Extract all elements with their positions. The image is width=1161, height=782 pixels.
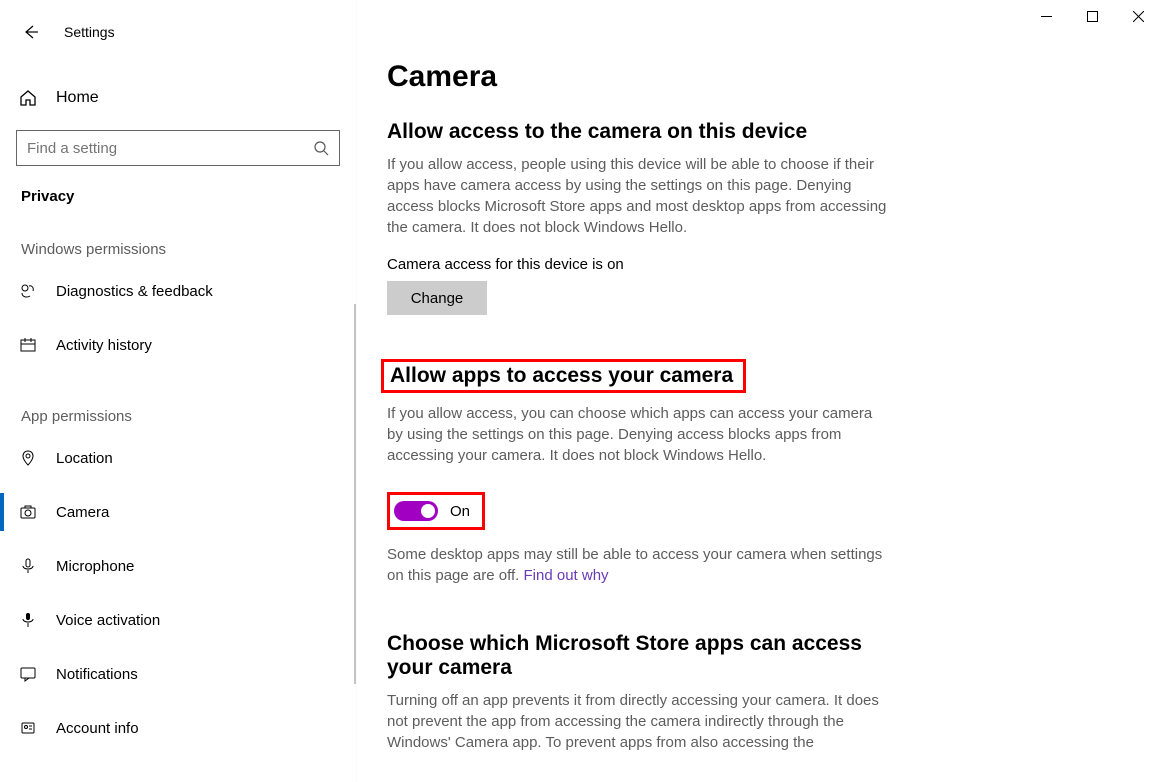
section-choose-store-apps: Choose which Microsoft Store apps can ac…: [387, 632, 1131, 753]
breadcrumb: Privacy: [0, 166, 356, 205]
nav-label: Diagnostics & feedback: [56, 283, 213, 300]
section-allow-device-access: Allow access to the camera on this devic…: [387, 120, 1131, 315]
section2-description: If you allow access, you can choose whic…: [387, 403, 887, 466]
section3-heading: Choose which Microsoft Store apps can ac…: [387, 632, 887, 680]
minimize-button[interactable]: [1023, 0, 1069, 32]
notifications-icon: [18, 665, 38, 683]
search-icon: [313, 140, 329, 156]
account-icon: [18, 719, 38, 737]
location-icon: [18, 449, 38, 467]
find-out-why-link[interactable]: Find out why: [524, 567, 609, 584]
change-button[interactable]: Change: [387, 281, 487, 315]
nav-label: Camera: [56, 504, 109, 521]
nav-label: Notifications: [56, 666, 138, 683]
window-title: Settings: [64, 24, 115, 40]
search-input[interactable]: [27, 140, 313, 157]
home-label: Home: [56, 89, 99, 107]
nav-label: Microphone: [56, 558, 134, 575]
sidebar-item-activity-history[interactable]: Activity history: [0, 318, 356, 372]
home-icon: [18, 89, 38, 107]
sidebar-item-microphone[interactable]: Microphone: [0, 539, 356, 593]
window-controls: [1023, 0, 1161, 32]
apps-access-toggle[interactable]: [394, 501, 438, 521]
nav-label: Location: [56, 450, 113, 467]
history-icon: [18, 336, 38, 354]
group-header-windows-permissions: Windows permissions: [0, 205, 356, 264]
device-access-status: Camera access for this device is on: [387, 256, 1131, 273]
sidebar-home[interactable]: Home: [0, 78, 356, 118]
back-button[interactable]: [22, 23, 40, 41]
nav-label: Activity history: [56, 337, 152, 354]
section-allow-apps-access: Allow apps to access your camera If you …: [387, 359, 1131, 586]
maximize-button[interactable]: [1069, 0, 1115, 32]
toggle-state-label: On: [450, 503, 470, 520]
close-button[interactable]: [1115, 0, 1161, 32]
desktop-apps-note: Some desktop apps may still be able to a…: [387, 544, 887, 586]
feedback-icon: [18, 282, 38, 300]
sidebar-item-voice-activation[interactable]: Voice activation: [0, 593, 356, 647]
microphone-icon: [18, 557, 38, 575]
sidebar-scrollbar[interactable]: [354, 304, 356, 684]
section1-description: If you allow access, people using this d…: [387, 154, 887, 238]
note-text: Some desktop apps may still be able to a…: [387, 546, 882, 584]
voice-icon: [18, 611, 38, 629]
toggle-knob: [421, 504, 435, 518]
sidebar-item-location[interactable]: Location: [0, 431, 356, 485]
sidebar-item-account-info[interactable]: Account info: [0, 701, 356, 755]
sidebar-item-camera[interactable]: Camera: [0, 485, 356, 539]
sidebar-item-diagnostics[interactable]: Diagnostics & feedback: [0, 264, 356, 318]
main-content: Camera Allow access to the camera on thi…: [357, 0, 1161, 782]
nav-label: Account info: [56, 720, 139, 737]
camera-icon: [18, 503, 38, 521]
search-input-container[interactable]: [16, 130, 340, 166]
page-title: Camera: [387, 60, 1131, 94]
highlight-heading: Allow apps to access your camera: [381, 359, 746, 393]
sidebar-item-notifications[interactable]: Notifications: [0, 647, 356, 701]
section1-heading: Allow access to the camera on this devic…: [387, 120, 1131, 144]
group-header-app-permissions: App permissions: [0, 372, 356, 431]
nav-label: Voice activation: [56, 612, 160, 629]
section3-description: Turning off an app prevents it from dire…: [387, 690, 887, 753]
sidebar: Settings Home Privacy Windows permission…: [0, 0, 357, 782]
section2-heading: Allow apps to access your camera: [390, 364, 733, 388]
highlight-toggle: On: [387, 492, 485, 530]
